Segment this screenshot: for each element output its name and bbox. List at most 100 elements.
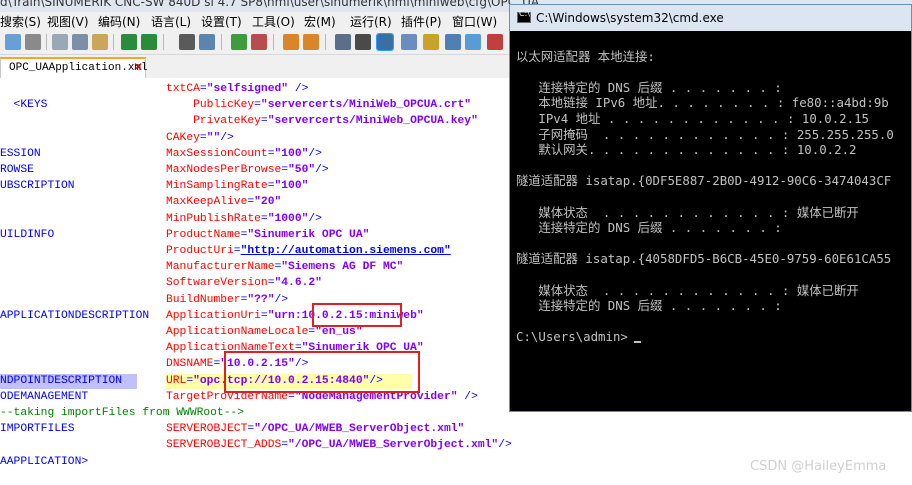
function-list-icon[interactable]	[445, 34, 461, 50]
xml-attribute: BuildNumber="??"/>	[166, 292, 288, 308]
equals-sign: =	[260, 212, 268, 225]
console-line: C:\Users\admin>	[516, 329, 628, 345]
cmd-console-output[interactable]: 以太网适配器 本地连接: 连接特定的 DNS 后缀 . . . . . . . …	[510, 31, 911, 411]
new-file-icon[interactable]	[5, 34, 21, 50]
tag-close: />	[498, 439, 512, 452]
menu-plugins[interactable]: 插件(P)	[401, 13, 442, 30]
xml-tag-name: UBSCRIPTION	[0, 180, 75, 193]
attribute-value: "4.6.2"	[274, 277, 322, 290]
paste-icon[interactable]	[92, 34, 108, 50]
attribute-value: "servercerts/MiniWeb_OPCUA.key"	[267, 115, 478, 128]
menu-search[interactable]: 搜索(S)	[0, 13, 41, 30]
console-line: 连接特定的 DNS 后缀 . . . . . . . :	[516, 79, 782, 95]
xml-tag-name: <KEYS	[0, 99, 48, 112]
menu-view[interactable]: 视图(V)	[47, 13, 89, 30]
attribute-name: PrivateKey	[193, 115, 261, 128]
equals-sign: =	[233, 245, 241, 257]
menu-settings[interactable]: 设置(T)	[201, 13, 242, 30]
tag-close: />	[220, 131, 234, 144]
code-comment: --taking importFiles from WWWRoot-->	[0, 407, 245, 419]
show-all-chars-icon[interactable]	[355, 34, 371, 50]
folder-workspace-icon[interactable]	[465, 34, 481, 50]
xml-tag-name: ROWSE	[0, 164, 34, 176]
menu-run[interactable]: 运行(R)	[350, 13, 392, 30]
tag-close: />	[308, 147, 322, 160]
attribute-value: "servercerts/MiniWeb_OPCUA.crt"	[260, 99, 472, 112]
attribute-value: "50"	[288, 164, 316, 176]
attribute-name: CAKey	[166, 131, 200, 144]
sync-horizontal-icon[interactable]	[303, 34, 319, 50]
xml-attribute: MinPublishRate="1000"/>	[166, 211, 322, 227]
tab-opc-ua-application[interactable]: OPC_UAApplication.xml ✕	[0, 57, 148, 78]
attribute-name: ProductUri	[166, 245, 234, 257]
xml-attribute: SERVEROBJECT="/OPC_UA/MWEB_ServerObject.…	[166, 421, 464, 437]
xml-tag-name: NDPOINTDESCRIPTION	[0, 374, 123, 387]
doc-map-icon[interactable]	[423, 34, 439, 50]
attribute-name: ApplicationNameLocale	[166, 326, 309, 338]
attribute-value: "/OPC_UA/MWEB_ServerObject.xml"	[254, 423, 465, 436]
equals-sign: =	[281, 164, 289, 176]
xml-attribute: PublicKey="servercerts/MiniWeb_OPCUA.crt…	[166, 97, 471, 113]
red-highlight-box-uri	[312, 303, 402, 327]
console-line: 子网掩码 . . . . . . . . . . . . : 255.255.2…	[516, 126, 894, 142]
sync-vertical-icon[interactable]	[283, 34, 299, 50]
xml-attribute: MaxNodesPerBrowse="50"/>	[166, 162, 329, 178]
menu-macro[interactable]: 宏(M)	[304, 13, 336, 30]
undo-icon[interactable]	[121, 34, 137, 50]
attribute-value: "Siemens AG DF MC"	[281, 261, 404, 274]
toolbar-separator	[163, 34, 164, 50]
attribute-value: "en_us"	[315, 326, 363, 338]
tab-close-icon[interactable]: ✕	[133, 60, 143, 74]
attribute-value: "/OPC_UA/MWEB_ServerObject.xml"	[288, 439, 499, 452]
cmd-window[interactable]: C:\ C:\Windows\system32\cmd.exe 以太网适配器 本…	[509, 4, 912, 412]
console-line: 默认网关. . . . . . . . . . . . . : 10.0.2.2	[516, 142, 857, 158]
console-line: 媒体状态 . . . . . . . . . . . . : 媒体已断开	[516, 282, 859, 298]
equals-sign: =	[260, 115, 268, 128]
print-icon[interactable]	[25, 34, 41, 50]
zoom-out-icon[interactable]	[251, 34, 267, 50]
copy-icon[interactable]	[72, 34, 88, 50]
attribute-value: "100"	[274, 180, 309, 193]
indent-guide-icon[interactable]	[376, 33, 394, 51]
attribute-name: BuildNumber	[166, 293, 241, 306]
xml-tag-name: AAPPLICATION>	[0, 455, 89, 468]
menu-encoding[interactable]: 编码(N)	[98, 13, 140, 30]
toolbar-separator	[46, 34, 47, 50]
find-icon[interactable]	[179, 34, 195, 50]
equals-sign: =	[199, 83, 207, 95]
xml-tag-name: APPLICATIONDESCRIPTION	[0, 309, 150, 322]
word-wrap-icon[interactable]	[335, 34, 351, 50]
console-line: IPv4 地址 . . . . . . . . . . . . : 10.0.2…	[516, 111, 870, 126]
toolbar-separator	[113, 34, 114, 50]
user-lang-icon[interactable]	[401, 34, 417, 50]
redo-icon[interactable]	[141, 34, 157, 50]
tag-close: />	[457, 390, 478, 403]
cmd-title-bar[interactable]: C:\ C:\Windows\system32\cmd.exe	[510, 5, 911, 31]
equals-sign: =	[199, 131, 207, 144]
replace-icon[interactable]	[199, 34, 215, 50]
menu-language[interactable]: 语言(L)	[151, 13, 191, 30]
zoom-in-icon[interactable]	[231, 34, 247, 50]
attribute-name: SERVEROBJECT_ADDS	[166, 439, 282, 452]
xml-attribute: ProductName="Sinumerik OPC UA"	[166, 227, 369, 243]
xml-attribute: MaxSessionCount="100"/>	[166, 146, 322, 162]
tag-close: />	[315, 164, 329, 176]
xml-attribute: MinSamplingRate="100"	[166, 178, 308, 194]
xml-attribute: CAKey=""/>	[166, 130, 234, 146]
xml-attribute: txtCA="selfsigned" />	[166, 81, 308, 97]
cut-icon[interactable]	[52, 34, 68, 50]
console-line: 连接特定的 DNS 后缀 . . . . . . . :	[516, 298, 782, 314]
console-line: 媒体状态 . . . . . . . . . . . . : 媒体已断开	[516, 204, 859, 220]
menu-tools[interactable]: 工具(O)	[252, 13, 295, 30]
record-macro-icon[interactable]	[487, 34, 503, 50]
csdn-watermark: CSDN @HaileyEmma	[750, 459, 887, 474]
red-highlight-box-endpoint	[224, 351, 420, 393]
tag-close: />	[288, 83, 309, 95]
attribute-name: SERVEROBJECT	[166, 423, 248, 436]
menu-window[interactable]: 窗口(W)	[452, 13, 497, 30]
attribute-name: URL	[166, 374, 187, 387]
attribute-value[interactable]: "http://automation.siemens.com"	[241, 245, 451, 257]
equals-sign: =	[281, 439, 289, 452]
npp-title-text: d\Train\SINUMERIK CNC-SW 840D sl 4.7 SP8…	[0, 0, 551, 9]
equals-sign: =	[254, 99, 261, 112]
